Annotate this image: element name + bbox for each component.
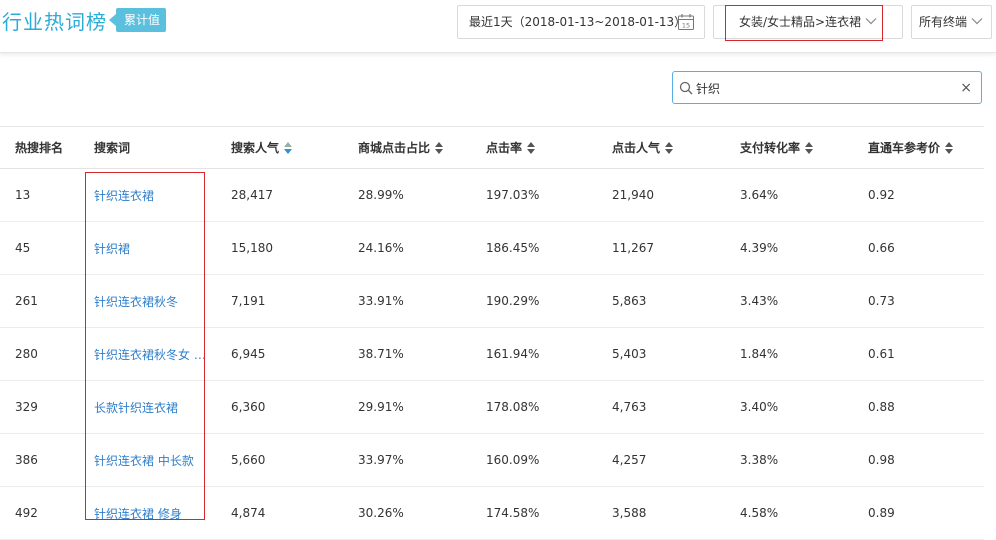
search-input[interactable] (696, 77, 946, 99)
table-row: 329 长款针织连衣裙 6,360 29.91% 178.08% 4,763 3… (0, 381, 984, 434)
cell-keyword-link[interactable]: 针织连衣裙秋冬 (94, 275, 212, 327)
cumulative-badge[interactable]: 累计值 (108, 8, 167, 32)
cell-ztc-price: 0.61 (868, 347, 895, 361)
cell-click-popularity: 21,940 (612, 188, 654, 202)
cell-search-popularity: 5,660 (231, 453, 266, 467)
cell-ctr: 178.08% (486, 400, 540, 414)
table-row: 280 针织连衣裙秋冬女 2... 6,945 38.71% 161.94% 5… (0, 328, 984, 381)
page-title: 行业热词榜 (2, 10, 107, 34)
cell-pay-conversion: 3.40% (740, 400, 779, 414)
cell-ctr: 197.03% (486, 188, 540, 202)
cell-rank: 45 (15, 241, 31, 255)
cell-keyword-link[interactable]: 长款针织连衣裙 (94, 381, 212, 433)
cell-mall-click-share: 29.91% (358, 400, 404, 414)
cell-pay-conversion: 3.38% (740, 453, 779, 467)
col-header-pay-conversion[interactable]: 支付转化率 (740, 127, 850, 168)
header-bar: 行业热词榜 累计值 最近1天（2018-01-13~2018-01-13） 15… (0, 0, 996, 53)
cell-rank: 329 (15, 400, 38, 414)
cell-keyword-link[interactable]: 针织裙 (94, 222, 212, 274)
cell-keyword-link[interactable]: 针织连衣裙秋冬女 2... (94, 328, 212, 380)
cell-search-popularity: 4,874 (231, 506, 266, 520)
table-row: 492 针织连衣裙 修身 4,874 30.26% 174.58% 3,588 … (0, 487, 984, 540)
cell-mall-click-share: 38.71% (358, 347, 404, 361)
cell-ztc-price: 0.98 (868, 453, 895, 467)
cell-mall-click-share: 33.91% (358, 294, 404, 308)
cell-ztc-price: 0.88 (868, 400, 895, 414)
cell-ctr: 174.58% (486, 506, 540, 520)
cell-rank: 13 (15, 188, 31, 202)
sort-desc-icon[interactable] (284, 141, 293, 154)
table-row: 45 针织裙 15,180 24.16% 186.45% 11,267 4.39… (0, 222, 984, 275)
cell-ctr: 161.94% (486, 347, 540, 361)
cell-pay-conversion: 4.39% (740, 241, 779, 255)
cell-ztc-price: 0.66 (868, 241, 895, 255)
cell-ztc-price: 0.89 (868, 506, 895, 520)
sort-icon[interactable] (527, 141, 536, 154)
col-header-keyword: 搜索词 (94, 141, 131, 155)
cell-pay-conversion: 3.43% (740, 294, 779, 308)
cell-pay-conversion: 1.84% (740, 347, 779, 361)
table-row: 13 针织连衣裙 28,417 28.99% 197.03% 21,940 3.… (0, 169, 984, 222)
cell-pay-conversion: 4.58% (740, 506, 779, 520)
cell-ctr: 190.29% (486, 294, 540, 308)
cell-ztc-price: 0.92 (868, 188, 895, 202)
date-range-picker[interactable]: 最近1天（2018-01-13~2018-01-13） 15 (457, 5, 705, 39)
cell-search-popularity: 28,417 (231, 188, 273, 202)
cell-rank: 386 (15, 453, 38, 467)
col-header-ztc-price[interactable]: 直通车参考价 (868, 127, 978, 168)
cell-rank: 492 (15, 506, 38, 520)
sort-icon[interactable] (435, 141, 444, 154)
cell-keyword-link[interactable]: 针织连衣裙 中长款 (94, 434, 212, 486)
table-row: 261 针织连衣裙秋冬 7,191 33.91% 190.29% 5,863 3… (0, 275, 984, 328)
category-text: 女装/女士精品>连衣裙 (739, 15, 862, 29)
cell-mall-click-share: 33.97% (358, 453, 404, 467)
cell-search-popularity: 6,945 (231, 347, 266, 361)
chevron-down-icon (971, 18, 983, 25)
cell-rank: 280 (15, 347, 38, 361)
sort-icon[interactable] (805, 141, 814, 154)
col-header-rank: 热搜排名 (15, 141, 64, 155)
col-header-search-popularity[interactable]: 搜索人气 (231, 127, 341, 168)
terminal-text: 所有终端 (919, 15, 968, 29)
cell-search-popularity: 7,191 (231, 294, 266, 308)
table-header-row: 热搜排名 搜索词 搜索人气 商城点击占比 点击率 点击人气 支付转化率 直通车参… (0, 127, 984, 169)
terminal-select[interactable]: 所有终端 (911, 5, 992, 39)
cell-mall-click-share: 30.26% (358, 506, 404, 520)
keyword-search-box[interactable]: × (672, 71, 982, 104)
sort-icon[interactable] (665, 141, 674, 154)
cell-pay-conversion: 3.64% (740, 188, 779, 202)
cell-click-popularity: 5,863 (612, 294, 647, 308)
table-row: 386 针织连衣裙 中长款 5,660 33.97% 160.09% 4,257… (0, 434, 984, 487)
calendar-icon[interactable]: 15 (677, 13, 695, 31)
category-select[interactable]: 女装/女士精品>连衣裙 (713, 5, 903, 39)
cell-click-popularity: 11,267 (612, 241, 654, 255)
cell-click-popularity: 4,257 (612, 453, 647, 467)
cell-search-popularity: 6,360 (231, 400, 266, 414)
cell-rank: 261 (15, 294, 38, 308)
cell-mall-click-share: 24.16% (358, 241, 404, 255)
cell-ctr: 160.09% (486, 453, 540, 467)
calendar-day-number: 15 (682, 22, 690, 30)
search-icon (679, 81, 693, 95)
col-header-click-popularity[interactable]: 点击人气 (612, 127, 722, 168)
cell-search-popularity: 15,180 (231, 241, 273, 255)
sort-icon[interactable] (945, 141, 954, 154)
cell-ztc-price: 0.73 (868, 294, 895, 308)
cell-mall-click-share: 28.99% (358, 188, 404, 202)
cell-keyword-link[interactable]: 针织连衣裙 修身 (94, 487, 212, 539)
cell-keyword-link[interactable]: 针织连衣裙 (94, 169, 212, 221)
hot-keywords-table: 热搜排名 搜索词 搜索人气 商城点击占比 点击率 点击人气 支付转化率 直通车参… (0, 126, 984, 540)
cell-ctr: 186.45% (486, 241, 540, 255)
cell-click-popularity: 5,403 (612, 347, 647, 361)
col-header-ctr[interactable]: 点击率 (486, 127, 596, 168)
clear-icon[interactable]: × (960, 79, 972, 97)
cell-click-popularity: 3,588 (612, 506, 647, 520)
chevron-down-icon (865, 18, 877, 25)
date-range-text: 最近1天（2018-01-13~2018-01-13） (469, 15, 687, 29)
cell-click-popularity: 4,763 (612, 400, 647, 414)
col-header-mall-click-share[interactable]: 商城点击占比 (358, 127, 478, 168)
